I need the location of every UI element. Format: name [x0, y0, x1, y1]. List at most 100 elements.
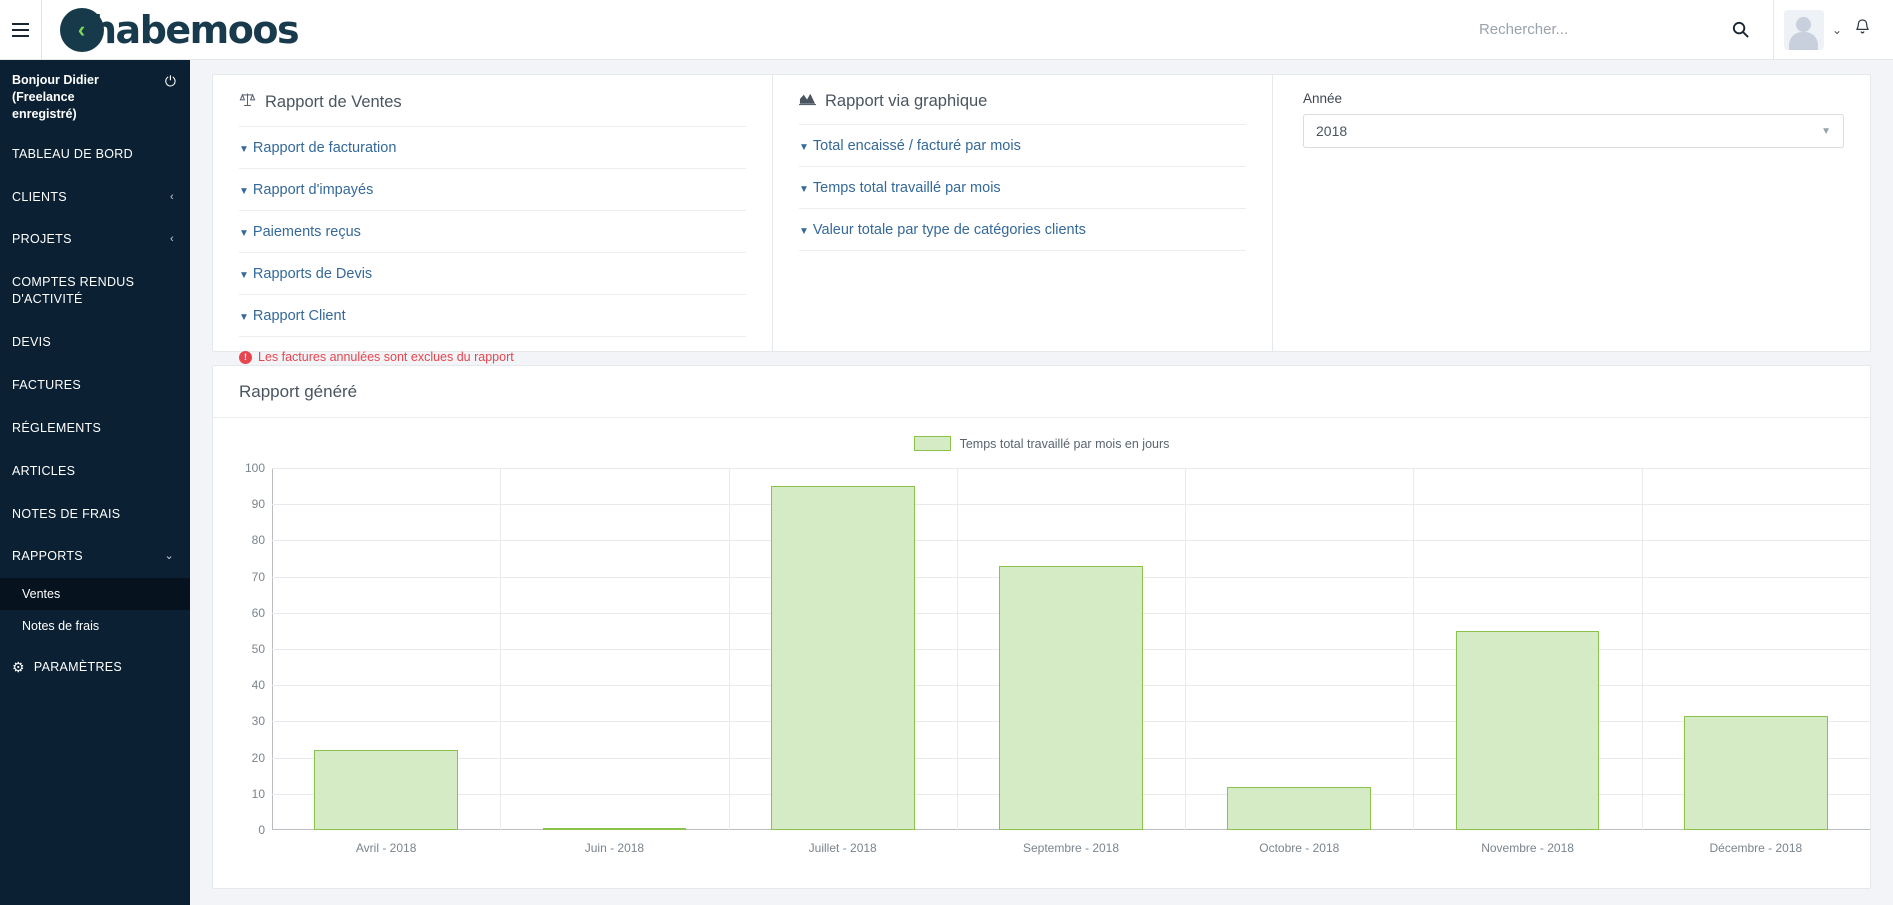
sidebar-item-articles[interactable]: ARTICLES — [0, 450, 190, 493]
sidebar-subitem-ventes[interactable]: Ventes — [0, 578, 190, 611]
chevron-down-icon: ▼ — [1821, 125, 1831, 137]
graph-link-label: Valeur totale par type de catégories cli… — [812, 222, 1086, 238]
y-axis-tick-label: 100 — [244, 461, 265, 475]
sidebar-item-projets[interactable]: PROJETS ‹ — [0, 218, 190, 261]
legend-swatch — [913, 436, 951, 451]
sidebar-item-label: PROJETS — [12, 232, 72, 247]
greeting-text: Bonjour Didier (Freelance enregistré) — [12, 73, 99, 121]
report-link-label: Paiements reçus — [252, 224, 361, 240]
sidebar-item-label: RAPPORTS — [12, 549, 83, 564]
warning-note: ! Les factures annulées sont exclues du … — [239, 337, 746, 364]
graph-report-column: Rapport via graphique ▼ Total encaissé / … — [773, 75, 1273, 351]
x-axis-tick-label: Décembre - 2018 — [1709, 841, 1803, 855]
caret-down-icon: ▼ — [239, 228, 249, 239]
x-gridline — [500, 468, 502, 830]
sidebar-item-label: DEVIS — [12, 335, 52, 349]
sidebar-item-tableau-de-bord[interactable]: TABLEAU DE BORD — [0, 133, 190, 176]
x-axis-tick-label: Juin - 2018 — [584, 841, 645, 855]
sidebar-item-reglements[interactable]: RÉGLEMENTS — [0, 407, 190, 450]
chart-bar[interactable] — [314, 750, 459, 830]
caret-down-icon: ▼ — [799, 142, 809, 153]
warning-text: Les factures annulées sont exclues du ra… — [258, 350, 514, 364]
exclamation-circle-icon: ! — [239, 350, 252, 364]
sales-report-column: Rapport de Ventes ▼ Rapport de facturatio… — [213, 75, 773, 364]
bar-chart-plot: 0 10 20 30 40 50 60 70 80 90 100 Avril - 2018 Juin -… — [245, 461, 1870, 855]
x-gridline — [956, 468, 958, 830]
sidebar-item-label: TABLEAU DE BORD — [12, 146, 133, 161]
report-link-devis[interactable]: ▼ Rapports de Devis — [239, 253, 746, 295]
caret-down-icon: ▼ — [239, 144, 249, 155]
graph-link-total-encaisse[interactable]: ▼ Total encaissé / facturé par mois — [799, 125, 1246, 167]
scales-balance-icon — [239, 91, 256, 113]
report-link-label: Rapports de Devis — [252, 266, 373, 282]
report-link-label: Rapport de facturation — [252, 140, 397, 156]
sidebar-subitem-notes-de-frais[interactable]: Notes de frais — [0, 610, 190, 642]
app-logo[interactable]: ‹ habemoos — [60, 7, 300, 52]
report-link-paiements-recus[interactable]: ▼ Paiements reçus — [239, 211, 746, 253]
sidebar-item-factures[interactable]: FACTURES — [0, 364, 190, 407]
sidebar-item-devis[interactable]: DEVIS — [0, 321, 190, 364]
graph-link-temps-total[interactable]: ▼ Temps total travaillé par mois — [799, 167, 1246, 209]
reports-selection-card: Rapport de Ventes ▼ Rapport de facturatio… — [212, 74, 1871, 364]
search-icon[interactable] — [1719, 0, 1763, 60]
x-axis-tick-label: Juillet - 2018 — [808, 841, 877, 855]
notification-bell-icon[interactable] — [1854, 18, 1871, 41]
sidebar-item-parametres[interactable]: ⚙ PARAMÈTRES — [0, 642, 190, 690]
sidebar-item-rapports[interactable]: RAPPORTS ⌄ — [0, 535, 190, 578]
logo-mark-icon: ‹ — [60, 7, 104, 52]
chart-bar[interactable] — [999, 565, 1143, 830]
page-title: Rapport généré — [213, 366, 1870, 418]
report-link-impayes[interactable]: ▼ Rapport d'impayés — [239, 169, 746, 211]
sidebar-item-comptes-rendus-activite[interactable]: COMPTES RENDUS D'ACTIVITÉ — [0, 261, 190, 321]
y-axis-tick-label: 10 — [251, 786, 265, 801]
graph-link-label: Temps total travaillé par mois — [812, 180, 1001, 196]
caret-down-icon: ▼ — [239, 312, 249, 323]
caret-down-icon: ▼ — [799, 184, 809, 195]
logo-chevron-icon: ‹ — [77, 16, 86, 42]
legend-label: Temps total travaillé par mois en jours — [959, 436, 1170, 451]
sidebar-item-clients[interactable]: CLIENTS ‹ — [0, 176, 190, 219]
sidebar-item-notes-de-frais[interactable]: NOTES DE FRAIS — [0, 493, 190, 536]
sidebar-item-label: NOTES DE FRAIS — [12, 506, 121, 521]
report-link-client[interactable]: ▼ Rapport Client — [239, 295, 746, 337]
y-axis-tick-label: 50 — [251, 642, 265, 656]
chevron-left-icon: ‹ — [170, 233, 174, 246]
area-chart-icon — [799, 91, 816, 111]
report-link-label: Rapport d'impayés — [252, 182, 374, 198]
x-axis-tick-label: Octobre - 2018 — [1259, 841, 1340, 855]
avatar[interactable] — [1783, 9, 1824, 50]
y-gridline — [272, 504, 1870, 506]
hamburger-menu-icon[interactable] — [5, 0, 35, 60]
sidebar-item-label: COMPTES RENDUS D'ACTIVITÉ — [12, 275, 135, 307]
search-input[interactable] — [1478, 21, 1719, 38]
x-gridline — [1413, 468, 1415, 830]
graph-report-title: Rapport via graphique — [799, 91, 1246, 125]
chart-legend: Temps total travaillé par mois en jours — [213, 436, 1870, 451]
report-link-facturation[interactable]: ▼ Rapport de facturation — [239, 127, 746, 169]
sidebar-item-label: CLIENTS — [12, 189, 67, 204]
chevron-left-icon: ‹ — [170, 190, 174, 203]
sales-report-title: Rapport de Ventes — [239, 91, 746, 127]
caret-down-icon: ▼ — [239, 270, 249, 281]
chart-bar[interactable] — [1683, 715, 1828, 830]
y-axis-tick-label: 90 — [251, 497, 265, 512]
caret-down-icon: ▼ — [799, 226, 809, 237]
chart-bar[interactable] — [770, 486, 915, 830]
sidebar-greeting-row: Bonjour Didier (Freelance enregistré) ⏻ — [0, 60, 190, 133]
chart-bar[interactable] — [1227, 786, 1372, 830]
caret-down-icon: ▼ — [239, 186, 249, 197]
report-link-label: Rapport Client — [252, 308, 346, 324]
chevron-down-icon: ⌄ — [164, 550, 174, 563]
graph-link-valeur-totale[interactable]: ▼ Valeur totale par type de catégories cl… — [799, 209, 1246, 251]
chevron-down-icon[interactable]: ⌄ — [1832, 23, 1842, 37]
chart-bar[interactable] — [1455, 630, 1600, 830]
year-select[interactable]: 2018 ▼ — [1303, 114, 1844, 148]
chart-body: Temps total travaillé par mois en jours … — [213, 418, 1870, 876]
avatar-body — [1789, 31, 1819, 50]
y-axis-tick-label: 30 — [251, 714, 265, 729]
x-axis-tick-label: Avril - 2018 — [355, 841, 417, 855]
chart-bar[interactable] — [542, 828, 687, 830]
power-logout-icon[interactable]: ⏻ — [165, 72, 176, 90]
y-axis-tick-label: 70 — [251, 569, 265, 584]
y-gridline — [272, 468, 1870, 469]
